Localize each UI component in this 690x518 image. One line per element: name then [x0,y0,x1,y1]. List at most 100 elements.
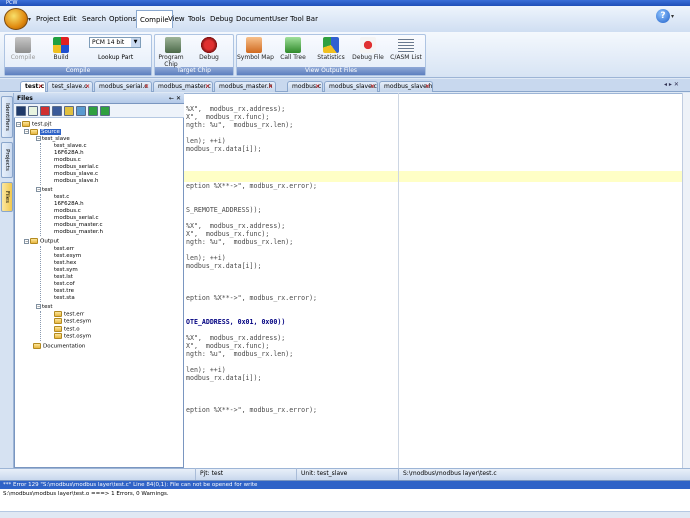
tree-item-test-slave[interactable]: − test_slave [16,136,182,143]
collapse-icon[interactable]: − [24,238,29,244]
tab-modbus-c[interactable]: modbus.c × [287,81,323,92]
part-select[interactable]: PCM 14 bit ▼ [89,37,141,48]
tree-file[interactable]: test.c [54,194,182,201]
tree-item-output-test[interactable]: − test [16,303,182,311]
collapse-icon[interactable]: − [36,136,41,141]
menu-project[interactable]: Project [33,12,63,26]
tab-modbus-slave-h[interactable]: modbus_slave.h × [379,81,433,92]
collapse-icon[interactable]: − [36,187,41,192]
tree-file[interactable]: modbus_master.h [54,229,182,236]
tree-file[interactable]: 16F628A.h [54,150,182,157]
tree-item-documentation[interactable]: Documentation [16,342,182,351]
tree-file[interactable]: modbus.c [54,208,182,215]
tree-file[interactable]: 16F628A.h [54,201,182,208]
output-summary-line[interactable]: S:\modbus\modbus layer\test.o ===> 1 Err… [3,490,169,498]
tree-item-test[interactable]: − test [16,187,182,194]
menu-edit[interactable]: Edit [60,12,80,26]
close-icon[interactable]: × [425,82,430,92]
tree-file[interactable]: modbus_serial.c [54,164,182,171]
tree-file[interactable]: test.lst [54,274,182,281]
app-menu-button[interactable] [4,8,28,30]
remove-file-icon[interactable] [40,106,50,116]
tab-modbus-slave-c[interactable]: modbus_slave.c × [324,81,378,92]
tree-file[interactable]: test.o [54,325,182,334]
part-select-value: PCM 14 bit [92,39,125,46]
code-line: ​ [186,310,317,318]
tab-modbus-master-c[interactable]: modbus_master.c × [153,81,213,92]
properties-icon[interactable] [76,106,86,116]
tree-file[interactable]: modbus_slave.h [54,178,182,185]
close-icon[interactable]: × [85,82,90,92]
tree-file[interactable]: test.cof [54,281,182,288]
symbol-map-button[interactable]: Symbol Map [237,37,274,61]
menu-options[interactable]: Options [106,12,139,26]
tree-item-source[interactable]: − Source [16,128,182,137]
chevron-down-icon[interactable]: ▼ [131,38,140,47]
panel-controls[interactable]: ← ✕ [169,93,181,104]
tree-file[interactable]: test_slave.c [54,143,182,150]
folder-icon[interactable] [64,106,74,116]
editor-scrollbar[interactable] [682,93,690,468]
statistics-button[interactable]: Statistics [316,37,346,61]
close-icon[interactable]: × [268,82,273,92]
tab-scroll-arrows[interactable]: ◂ ▸ ✕ [664,81,679,88]
close-icon[interactable]: × [370,82,375,92]
output-error-line[interactable]: *** Error 129 "S:\modbus\modbus layer\te… [0,481,690,489]
close-icon[interactable]: × [38,82,43,92]
debug-button[interactable]: Debug [196,37,222,61]
code-line: OTE_ADDRESS, 0x01, 0x00)) [186,318,286,326]
add-file-icon[interactable] [28,106,38,116]
lookup-part-button[interactable]: Lookup Part [98,54,133,61]
tree-file[interactable]: test.esym [54,253,182,260]
menu-search[interactable]: Search [79,12,109,26]
tree-file[interactable]: test.sta [54,295,182,302]
menu-tools[interactable]: Tools [185,12,208,26]
close-icon[interactable]: × [315,82,320,92]
help-icon[interactable]: ? [656,9,670,23]
chevron-down-icon[interactable]: ▾ [28,16,31,23]
collapse-icon[interactable]: − [16,121,21,127]
debug-file-button[interactable]: Debug File [352,37,384,61]
refresh-icon[interactable] [88,106,98,116]
tab-test-c[interactable]: test.c × [20,81,46,92]
tab-test-slave-c[interactable]: test_slave.c × [47,81,93,92]
toolbar-icon[interactable] [16,106,26,116]
tree-file[interactable]: test.tre [54,288,182,295]
sidetab-identifiers[interactable]: Identifiers [1,96,13,138]
tree-file[interactable]: modbus_slave.c [54,171,182,178]
code-line: ​ [186,214,317,222]
tab-modbus-master-h[interactable]: modbus_master.h × [214,81,276,92]
build-label: Build [53,54,69,61]
tree-file[interactable]: test.osym [54,333,182,341]
collapse-icon[interactable]: − [24,129,29,134]
tree-file[interactable]: test.err [54,246,182,253]
close-icon[interactable]: × [144,82,149,92]
compile-button[interactable]: Compile [10,37,36,61]
output-scrollbar[interactable] [0,511,690,518]
sidetab-projects[interactable]: Projects [1,142,13,178]
folder-icon [30,128,38,135]
build-button[interactable]: Build [48,37,74,61]
tree-file[interactable]: test.sym [54,267,182,274]
open-file-icon[interactable] [52,106,62,116]
code-lines[interactable]: %X", modbus_rx.address); X", modbus_rx.fu… [186,97,317,422]
collapse-icon[interactable]: − [36,303,41,309]
tree-file[interactable]: test.hex [54,260,182,267]
menu-user-tool-bar[interactable]: User Tool Bar [269,12,321,26]
menu-debug[interactable]: Debug [207,12,236,26]
tree-file[interactable]: test.esym [54,318,182,326]
tree-file[interactable]: modbus_serial.c [54,215,182,222]
settings-icon[interactable] [100,106,110,116]
tree-file[interactable]: modbus.c [54,157,182,164]
close-icon[interactable]: × [205,82,210,92]
casm-list-button[interactable]: C/ASM List [390,37,422,61]
tree-file[interactable]: modbus_master.c [54,222,182,229]
tree-item-output[interactable]: − Output [16,238,182,246]
chevron-down-icon[interactable]: ▾ [671,13,674,20]
call-tree-button[interactable]: Call Tree [279,37,307,61]
tree-file[interactable]: test.err [54,310,182,319]
sidetab-files[interactable]: Files [1,182,13,212]
program-chip-button[interactable]: Program Chip [158,37,188,68]
tab-modbus-serial-c[interactable]: modbus_serial.c × [94,81,152,92]
tree-item-project[interactable]: − test.pjt [16,121,182,129]
